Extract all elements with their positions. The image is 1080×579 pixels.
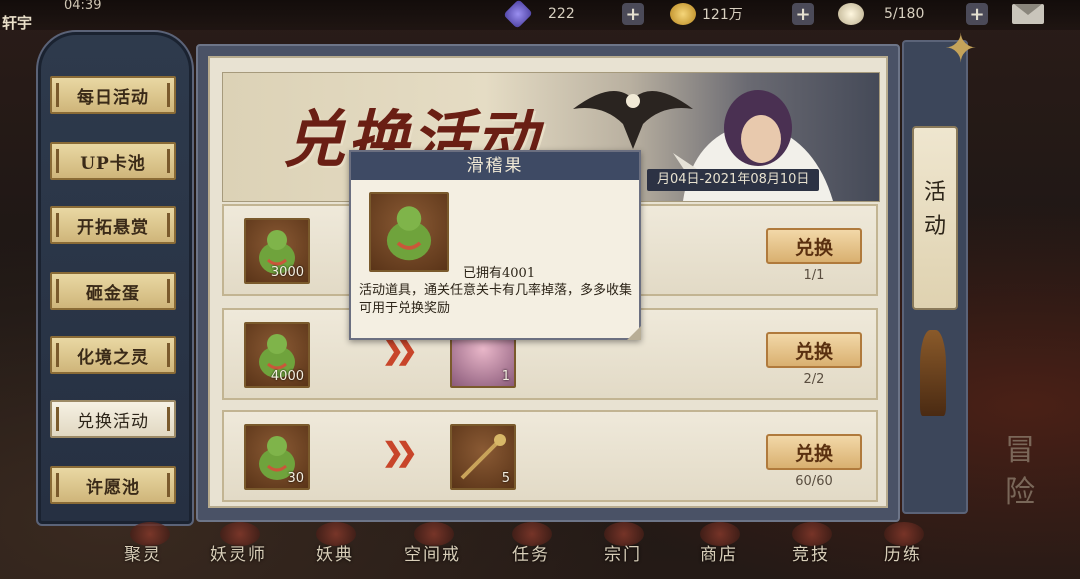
stamina-bowl-icon [838,3,864,25]
nav-shop[interactable]: 商店 [700,540,738,565]
double-chevron-right-icon: ❯❯ [382,336,417,366]
item-count: 1 [501,369,510,384]
mail-icon[interactable] [1012,4,1044,24]
sidebar-item-daily[interactable]: 每日活动 [50,76,176,114]
add-gold-button[interactable]: + [792,3,814,25]
owned-count: 已拥有4001 [463,266,536,281]
item-count: 3000 [270,265,304,280]
scroll-char-1: 活 [923,180,946,205]
nav-codex[interactable]: 妖典 [316,540,354,565]
nav-gather[interactable]: 聚灵 [124,540,162,565]
exchange-button[interactable]: 兑换 [766,332,862,368]
item-count: 5 [501,471,510,486]
exchange-limit: 1/1 [803,268,825,283]
gem-icon [503,0,533,29]
huajiguo-icon[interactable]: 4000 [244,322,310,388]
adventure-button[interactable]: 冒 险 [970,430,1070,526]
status-bar: 04:39 轩宇 222 + 121万 + 5/180 + [0,0,1080,32]
exchange-button[interactable]: 兑换 [766,434,862,470]
nav-space-ring[interactable]: 空间戒 [404,540,461,565]
exchange-button[interactable]: 兑换 [766,228,862,264]
stamina-count: 5/180 [884,6,925,22]
sidebar-item-wishing-well[interactable]: 许愿池 [50,466,176,504]
huajiguo-icon[interactable]: 30 [244,424,310,490]
exchange-row: 30 ❯❯ 5 兑换 60/60 [222,410,878,502]
gem-count: 222 [548,6,575,22]
scroll-char-2: 动 [923,214,946,239]
tooltip-title: 滑稽果 [351,152,639,180]
sidebar-item-golden-egg[interactable]: 砸金蛋 [50,272,176,310]
sidebar-item-up-pool[interactable]: UP卡池 [50,142,176,180]
stamina-resource: 5/180 [838,3,924,25]
double-chevron-right-icon: ❯❯ [382,438,417,468]
pinwheel-icon: ✦ [944,26,978,72]
sidebar-item-bounty[interactable]: 开拓悬赏 [50,206,176,244]
gold-resource: 121万 [670,3,743,25]
clock: 04:39 [64,0,102,13]
activity-scroll[interactable]: 活 动 [912,126,958,310]
sidebar-item-exchange[interactable]: 兑换活动 [50,400,176,438]
huajiguo-icon[interactable]: 3000 [244,218,310,284]
adventure-char-1: 冒 [1005,433,1035,468]
bottom-nav: 聚灵 妖灵师 妖典 空间戒 任务 宗门 商店 竞技 历练 [0,520,1080,579]
item-count: 4000 [270,369,304,384]
nav-arena[interactable]: 竞技 [792,540,830,565]
gold-coin-icon [670,3,696,25]
adventure-char-2: 险 [1005,475,1035,510]
staff-icon[interactable]: 5 [450,424,516,490]
item-description: 活动道具，通关任意关卡有几率掉落，多多收集可用于兑换奖励 [359,283,633,316]
add-stamina-button[interactable]: + [966,3,988,25]
tassel-icon [920,330,946,416]
gourd-fruit-icon [386,206,432,261]
sidebar-item-spirit[interactable]: 化境之灵 [50,336,176,374]
event-date-range: 月04日-2021年08月10日 [647,169,820,191]
item-tooltip: 滑稽果 已拥有4001 活动道具，通关任意关卡有几率掉落，多多收集可用于兑换奖励 [349,150,641,340]
nav-sect[interactable]: 宗门 [604,540,642,565]
nav-spirit-master[interactable]: 妖灵师 [210,540,267,565]
player-name: 轩宇 [2,14,33,32]
exchange-limit: 2/2 [803,372,825,387]
exchange-limit: 60/60 [795,474,833,489]
item-count: 30 [287,471,304,486]
nav-quest[interactable]: 任务 [512,540,550,565]
scroll-label: 活 动 [914,176,956,244]
gem-resource: 222 [503,0,575,29]
gold-count: 121万 [702,7,743,23]
huajiguo-icon [369,192,449,272]
page-fold [627,326,641,340]
activity-sidebar: 每日活动 UP卡池 开拓悬赏 砸金蛋 化境之灵 兑换活动 许愿池 [36,30,194,526]
add-gem-button[interactable]: + [622,3,644,25]
nav-trial[interactable]: 历练 [884,540,922,565]
